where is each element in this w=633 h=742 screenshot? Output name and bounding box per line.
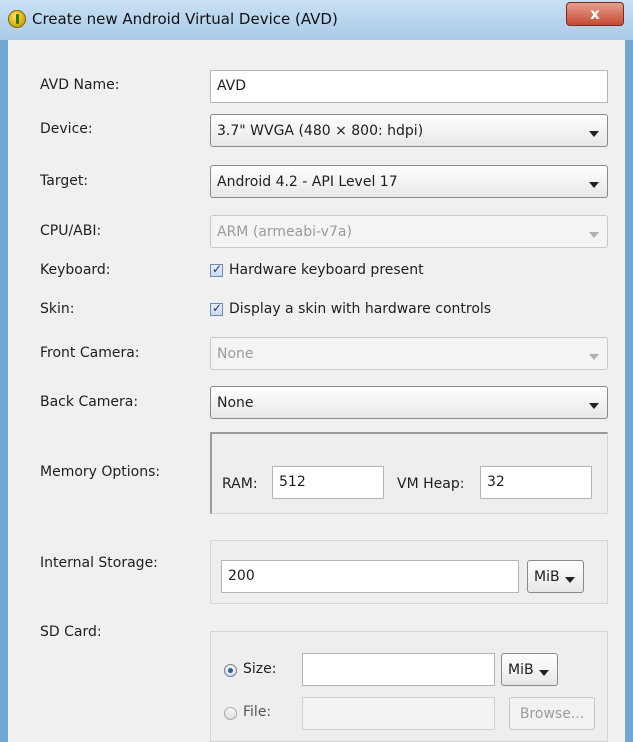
front-camera-dropdown: None: [210, 337, 608, 370]
sd-card-group: Size: MiB File: Browse...: [210, 631, 608, 742]
android-app-icon: [8, 10, 26, 28]
front-camera-label: Front Camera:: [40, 345, 140, 361]
back-camera-value: None: [217, 395, 254, 411]
cpu-abi-value: ARM (armeabi-v7a): [217, 224, 352, 240]
internal-storage-input[interactable]: 200: [221, 560, 519, 593]
ram-input[interactable]: 512: [272, 466, 384, 499]
target-label: Target:: [40, 173, 89, 189]
chevron-down-icon: [539, 670, 549, 676]
skin-checkbox[interactable]: [210, 301, 223, 316]
avd-name-value: AVD: [217, 78, 247, 94]
browse-button-label: Browse...: [519, 706, 585, 722]
sd-file-radio[interactable]: [224, 707, 237, 720]
vm-heap-input[interactable]: 32: [480, 466, 592, 499]
sd-card-label: SD Card:: [40, 624, 102, 640]
vm-heap-value: 32: [487, 474, 505, 490]
cpu-abi-label: CPU/ABI:: [40, 223, 102, 239]
vm-heap-label: VM Heap:: [397, 476, 465, 492]
device-value: 3.7" WVGA (480 × 800: hdpi): [217, 123, 424, 139]
ram-label: RAM:: [222, 476, 258, 492]
memory-options-group: RAM: 512 VM Heap: 32: [210, 432, 608, 514]
back-camera-dropdown[interactable]: None: [210, 386, 608, 419]
target-dropdown[interactable]: Android 4.2 - API Level 17: [210, 165, 608, 198]
keyboard-checkbox-label[interactable]: Hardware keyboard present: [229, 262, 424, 278]
ram-value: 512: [279, 474, 306, 490]
close-button[interactable]: x: [566, 2, 624, 26]
sd-file-label[interactable]: File:: [243, 704, 271, 720]
sd-size-radio[interactable]: [224, 664, 237, 677]
internal-storage-value: 200: [228, 568, 255, 584]
avd-name-input[interactable]: AVD: [210, 70, 608, 103]
chevron-down-icon: [589, 403, 599, 409]
sd-file-input: [302, 697, 495, 730]
sd-size-unit: MiB: [508, 662, 534, 678]
internal-storage-unit-dropdown[interactable]: MiB: [527, 560, 584, 593]
chevron-down-icon: [589, 354, 599, 360]
device-dropdown[interactable]: 3.7" WVGA (480 × 800: hdpi): [210, 114, 608, 147]
internal-storage-unit: MiB: [534, 569, 560, 585]
keyboard-checkbox[interactable]: [210, 262, 223, 277]
sd-size-label[interactable]: Size:: [243, 661, 276, 677]
dialog-content: AVD Name: AVD Device: 3.7" WVGA (480 × 8…: [8, 40, 625, 742]
skin-checkbox-label[interactable]: Display a skin with hardware controls: [229, 301, 491, 317]
close-icon: x: [590, 5, 600, 23]
chevron-down-icon: [589, 131, 599, 137]
keyboard-label: Keyboard:: [40, 262, 111, 278]
memory-options-label: Memory Options:: [40, 464, 161, 480]
internal-storage-label: Internal Storage:: [40, 555, 158, 571]
internal-storage-group: 200 MiB: [210, 540, 608, 604]
chevron-down-icon: [589, 182, 599, 188]
sd-size-unit-dropdown[interactable]: MiB: [501, 653, 558, 686]
sd-size-input[interactable]: [302, 653, 495, 686]
title-bar[interactable]: Create new Android Virtual Device (AVD) …: [0, 0, 633, 40]
browse-button: Browse...: [509, 697, 595, 730]
chevron-down-icon: [589, 232, 599, 238]
cpu-abi-dropdown: ARM (armeabi-v7a): [210, 215, 608, 248]
skin-label: Skin:: [40, 301, 75, 317]
window-title: Create new Android Virtual Device (AVD): [32, 10, 338, 28]
device-label: Device:: [40, 121, 93, 137]
avd-name-label: AVD Name:: [40, 77, 120, 93]
front-camera-value: None: [217, 346, 254, 362]
target-value: Android 4.2 - API Level 17: [217, 174, 398, 190]
chevron-down-icon: [565, 577, 575, 583]
back-camera-label: Back Camera:: [40, 394, 139, 410]
